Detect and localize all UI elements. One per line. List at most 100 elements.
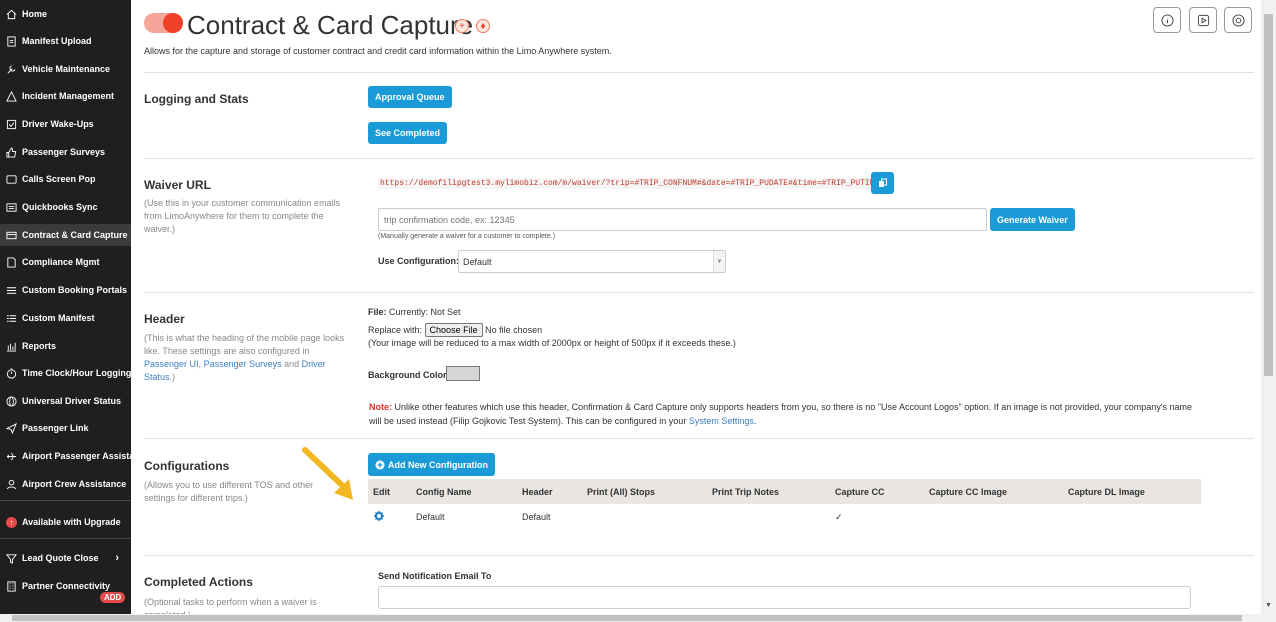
sidebar-item-contract-card-capture[interactable]: Contract & Card Capture (0, 224, 131, 246)
main-content: Contract & Card Capture + ♦ Allows for t… (131, 0, 1261, 614)
add-configuration-button[interactable]: Add New Configuration (368, 453, 495, 476)
column-header: Header (522, 487, 553, 497)
page-title: Contract & Card Capture (187, 10, 474, 40)
feature-toggle[interactable] (144, 13, 183, 33)
sidebar-item-label: Compliance Mgmt (22, 257, 100, 267)
gear-icon[interactable] (374, 511, 384, 521)
divider (144, 555, 1254, 556)
sidebar-item-label: Time Clock/Hour Logging (22, 368, 131, 378)
sidebar-item-time-clock[interactable]: Time Clock/Hour Logging (0, 362, 131, 384)
system-settings-link[interactable]: System Settings (689, 416, 754, 426)
compliance-icon (7, 256, 16, 268)
sidebar-item-reports[interactable]: Reports (0, 335, 131, 357)
chevron-down-icon: ▼ (713, 251, 725, 272)
sidebar: Home Manifest Upload Vehicle Maintenance… (0, 0, 131, 614)
sidebar-item-calls-screen-pop[interactable]: Calls Screen Pop (0, 168, 131, 190)
sidebar-item-label: Custom Manifest (22, 313, 95, 323)
bar-chart-icon (6, 342, 17, 352)
sidebar-item-airport-passenger-assistance[interactable]: Airport Passenger Assistance (0, 445, 131, 467)
logging-title: Logging and Stats (144, 92, 249, 106)
sidebar-item-passenger-link[interactable]: Passenger Link (0, 417, 131, 439)
app-root: Home Manifest Upload Vehicle Maintenance… (0, 0, 1276, 622)
sidebar-item-vehicle-maintenance[interactable]: Vehicle Maintenance (0, 58, 131, 80)
sidebar-item-label: Driver Wake-Ups (22, 119, 94, 129)
page-description: Allows for the capture and storage of cu… (144, 46, 612, 56)
header-help-text: (This is what the heading of the mobile … (144, 333, 345, 356)
list-lines-icon (6, 314, 17, 322)
configurations-table-header: Edit Config Name Header Print (All) Stop… (368, 479, 1201, 504)
gem-badge-icon[interactable]: ♦ (476, 19, 490, 33)
background-color-picker[interactable] (446, 366, 480, 381)
info-button[interactable] (1153, 7, 1181, 33)
sidebar-item-label: Universal Driver Status (22, 396, 122, 406)
scroll-down-icon[interactable]: ▼ (1265, 602, 1272, 609)
passenger-ui-link[interactable]: Passenger UI (144, 359, 199, 369)
divider (144, 72, 1254, 73)
send-icon (6, 422, 17, 434)
sidebar-item-airport-crew-assistance[interactable]: Airport Crew Assistance (0, 473, 131, 495)
document-icon (7, 35, 16, 47)
sidebar-item-label: Calls Screen Pop (22, 174, 96, 184)
sidebar-item-label: Home (22, 9, 48, 19)
horizontal-scrollbar[interactable] (0, 614, 1276, 622)
sidebar-item-custom-booking-portals[interactable]: Custom Booking Portals (0, 279, 131, 301)
generate-note: (Manually generate a waiver for a custom… (378, 233, 556, 240)
sidebar-item-driver-wake-ups[interactable]: Driver Wake-Ups (0, 113, 131, 135)
check-icon: ✓ (835, 512, 843, 522)
sidebar-item-label: Custom Booking Portals (22, 285, 128, 295)
completed-actions-title: Completed Actions (144, 575, 253, 589)
add-badge[interactable]: ADD (100, 592, 126, 603)
help-button[interactable] (1224, 7, 1252, 33)
note-label: Note: (369, 402, 392, 412)
sidebar-item-label: Airport Passenger Assistance (22, 451, 131, 461)
header-help-end: .) (169, 372, 176, 382)
configurations-title: Configurations (144, 459, 230, 473)
sidebar-item-compliance-mgmt[interactable]: Compliance Mgmt (0, 251, 131, 273)
pointer-arrow-icon (302, 447, 353, 500)
replace-label: Replace with: (368, 325, 423, 335)
sidebar-item-lead-quote-close[interactable]: Lead Quote Close › (0, 547, 131, 569)
generate-waiver-button[interactable]: Generate Waiver (990, 208, 1075, 231)
globe-icon (6, 395, 17, 407)
sidebar-item-home[interactable]: Home (0, 3, 131, 25)
video-button[interactable] (1189, 7, 1217, 33)
notification-email-input[interactable] (378, 586, 1191, 609)
sidebar-item-incident-management[interactable]: Incident Management (0, 85, 131, 107)
passenger-surveys-link[interactable]: Passenger Surveys (204, 359, 282, 369)
sidebar-item-available-with-upgrade[interactable]: ↑ Available with Upgrade (0, 511, 131, 533)
use-configuration-label: Use Configuration: (378, 256, 459, 266)
sidebar-divider (0, 538, 131, 539)
use-configuration-select[interactable]: Default ▼ (458, 250, 726, 273)
note-text: Unlike other features which use this hea… (369, 402, 1193, 426)
header-cell: Default (522, 512, 551, 522)
sidebar-item-universal-driver-status[interactable]: Universal Driver Status (0, 390, 131, 412)
wrench-icon (7, 64, 16, 73)
approval-queue-button[interactable]: Approval Queue (368, 86, 452, 108)
trip-confirmation-input[interactable] (378, 208, 987, 231)
choose-file-button[interactable]: Choose File (424, 323, 483, 337)
sidebar-item-label: Quickbooks Sync (22, 202, 98, 212)
sidebar-item-passenger-surveys[interactable]: Passenger Surveys (0, 141, 131, 163)
sidebar-item-custom-manifest[interactable]: Custom Manifest (0, 307, 131, 329)
window-icon (6, 174, 17, 184)
note-end: . (753, 416, 757, 426)
thumbs-up-icon (6, 146, 17, 158)
plus-circle-icon (375, 460, 385, 469)
plus-badge-icon[interactable]: + (455, 19, 469, 33)
scrollbar-thumb[interactable] (1264, 14, 1273, 376)
vertical-scrollbar[interactable]: ▼ (1261, 0, 1276, 614)
column-header: Print (All) Stops (587, 487, 655, 497)
replace-file-row: Replace with: Choose File No file chosen (368, 323, 542, 337)
toggle-knob (163, 13, 183, 33)
background-color-label: Background Color (368, 370, 447, 380)
header-help-and: and (284, 359, 300, 369)
sidebar-item-label: Contract & Card Capture (22, 230, 128, 240)
sidebar-item-label: Passenger Link (22, 423, 89, 433)
sidebar-item-quickbooks-sync[interactable]: Quickbooks Sync (0, 196, 131, 218)
copy-button[interactable] (871, 172, 894, 194)
sidebar-item-manifest-upload[interactable]: Manifest Upload (0, 30, 131, 52)
scrollbar-thumb[interactable] (12, 615, 1242, 621)
info-icon (1160, 13, 1174, 27)
sidebar-item-label: Vehicle Maintenance (22, 64, 111, 74)
see-completed-button[interactable]: See Completed (368, 122, 448, 144)
